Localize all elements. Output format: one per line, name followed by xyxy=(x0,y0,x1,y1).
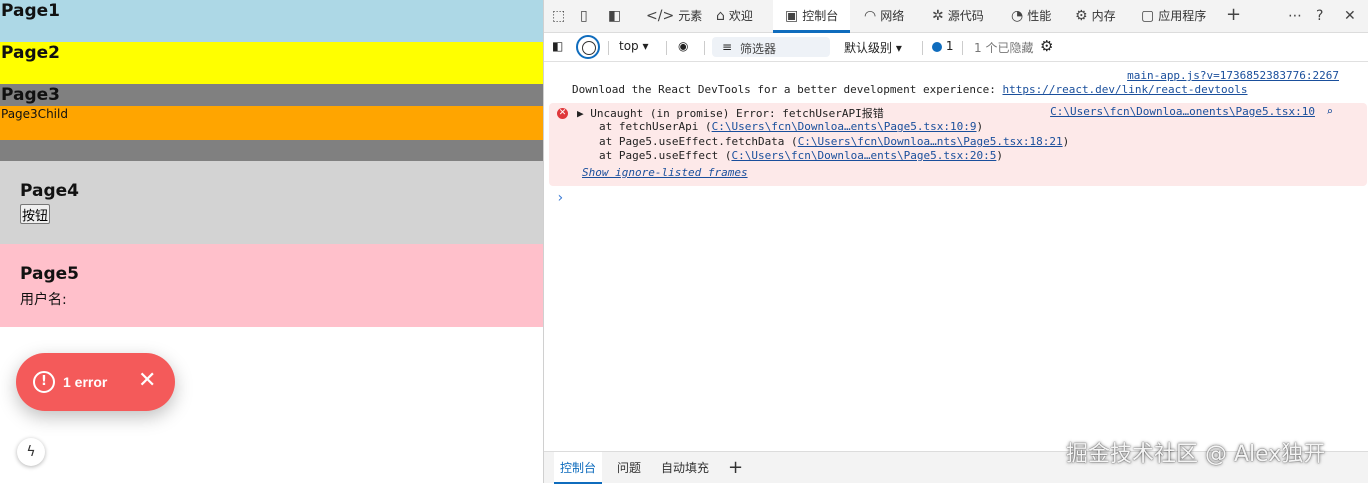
stack-frame-link[interactable]: C:\Users\fcn\Downloa…nts\Page5.tsx:18:21 xyxy=(798,135,1063,148)
show-ignore-listed-link[interactable]: Show ignore-listed frames xyxy=(582,166,748,179)
filter-icon: ≡ xyxy=(722,40,733,54)
separator xyxy=(666,41,667,55)
page3-title: Page3 xyxy=(1,85,61,105)
context-select[interactable]: top ▾ xyxy=(619,39,649,53)
stack-frame-link[interactable]: C:\Users\fcn\Downloa…ents\Page5.tsx:10:9 xyxy=(712,120,977,133)
gear-icon[interactable]: ⚙ xyxy=(1040,37,1053,55)
error-toast[interactable]: ! 1 error ✕ xyxy=(16,353,175,411)
watermark: 掘金技术社区 @ Alex独开 xyxy=(1066,442,1326,467)
page1-section: Page1 xyxy=(0,0,543,42)
separator xyxy=(608,41,609,55)
tab-elements[interactable]: </> 元素 xyxy=(646,0,702,33)
page4-button[interactable]: 按钮 xyxy=(20,204,51,224)
clear-console-icon[interactable] xyxy=(576,35,600,59)
expand-toggle[interactable]: ▶ Uncaught (in promise) Error: fetchUser… xyxy=(577,105,884,121)
error-count-label: 1 error xyxy=(63,374,108,390)
level-select[interactable]: 默认级别 ▾ xyxy=(844,39,902,56)
dock-icon[interactable]: ◧ xyxy=(608,8,621,24)
tab-memory[interactable]: ⚙ 内存 xyxy=(1075,0,1116,33)
username-label: 用户名: xyxy=(20,292,67,308)
stack-frame-link[interactable]: C:\Users\fcn\Downloa…ents\Page5.tsx:20:5 xyxy=(731,149,996,162)
eye-icon[interactable]: ◉ xyxy=(678,39,688,53)
devtools-link[interactable]: https://react.dev/link/react-devtools xyxy=(1002,83,1247,96)
error-source-link[interactable]: C:\Users\fcn\Downloa…onents\Page5.tsx:10 xyxy=(1050,105,1315,118)
console-toolbar: ◧ top ▾ ◉ ≡ 筛选器 默认级别 ▾ 1 1 个已隐藏 ⚙ xyxy=(544,33,1368,62)
filter-placeholder: 筛选器 xyxy=(740,42,777,56)
page4-title: Page4 xyxy=(20,181,80,201)
issues-counter[interactable]: 1 xyxy=(932,39,953,53)
window-icon: ▢ xyxy=(1141,8,1155,24)
page3-child-section: Page3Child xyxy=(0,106,543,140)
message-icon xyxy=(932,41,942,52)
wifi-icon: ◠ xyxy=(864,8,877,24)
separator xyxy=(922,41,923,55)
separator xyxy=(962,41,963,55)
code-icon: </> xyxy=(646,8,675,24)
device-toolbar-icon[interactable]: ▯ xyxy=(580,8,588,24)
tab-welcome[interactable]: ⌂ 欢迎 xyxy=(716,0,753,33)
hidden-count: 1 个已隐藏 xyxy=(974,41,1034,55)
error-icon: ✕ xyxy=(557,108,568,119)
page5-title: Page5 xyxy=(20,264,80,284)
drawer-tab-console[interactable]: 控制台 xyxy=(554,452,603,484)
page2-title: Page2 xyxy=(1,43,61,63)
close-devtools-icon[interactable]: ✕ xyxy=(1344,8,1356,24)
tab-performance[interactable]: ◔ 性能 xyxy=(1011,0,1051,33)
drawer-tab-issues[interactable]: 问题 xyxy=(617,452,641,484)
page1-title: Page1 xyxy=(1,1,61,21)
alert-circle-icon: ! xyxy=(33,371,55,393)
page2-section: Page2 xyxy=(0,42,543,84)
devtools-tabbar: ⬚ ▯ ◧ </> 元素 ⌂ 欢迎 ▣ 控制台 ◠ 网络 ✲ 源代码 ◔ 性能 ⚙ 内存 ▢ 应… xyxy=(544,0,1368,33)
tab-sources[interactable]: ✲ 源代码 xyxy=(932,0,984,33)
sidebar-toggle-icon[interactable]: ◧ xyxy=(552,39,563,53)
lightning-icon[interactable]: ϟ xyxy=(17,438,45,466)
page5-section: Page5 用户名: xyxy=(0,244,543,327)
page3-section: Page3 Page3Child xyxy=(0,84,543,161)
home-icon: ⌂ xyxy=(716,8,725,24)
chip-icon: ⚙ xyxy=(1075,8,1088,24)
filter-input[interactable]: ≡ 筛选器 xyxy=(712,37,830,57)
close-icon[interactable]: ✕ xyxy=(138,369,156,393)
app-viewport: Page1 Page2 Page3 Page3Child Page4 按钮 Pa… xyxy=(0,0,543,483)
help-icon[interactable]: ? xyxy=(1316,8,1323,24)
console-message: Download the React DevTools for a better… xyxy=(572,83,1248,96)
inspect-icon[interactable]: ⬚ xyxy=(552,8,565,24)
add-drawer-tab-icon[interactable]: + xyxy=(728,452,743,484)
stack-frame: at Page5.useEffect (C:\Users\fcn\Downloa… xyxy=(599,149,1003,162)
devtools-panel: ⬚ ▯ ◧ </> 元素 ⌂ 欢迎 ▣ 控制台 ◠ 网络 ✲ 源代码 ◔ 性能 ⚙ 内存 ▢ 应… xyxy=(543,0,1368,484)
console-output: main-app.js?v=1736852383776:2267 Downloa… xyxy=(544,63,1368,451)
error-message: ✕ ▶ Uncaught (in promise) Error: fetchUs… xyxy=(549,103,1367,186)
more-icon[interactable]: ⋯ xyxy=(1288,8,1302,24)
console-icon: ▣ xyxy=(785,8,799,24)
stack-frame: at Page5.useEffect.fetchData (C:\Users\f… xyxy=(599,135,1070,148)
source-link[interactable]: main-app.js?v=1736852383776:2267 xyxy=(1127,69,1339,82)
gauge-icon: ◔ xyxy=(1011,8,1024,24)
stack-frame: at fetchUserApi (C:\Users\fcn\Downloa…en… xyxy=(599,120,984,133)
search-icon[interactable]: ⌕ xyxy=(1326,105,1333,118)
tab-network[interactable]: ◠ 网络 xyxy=(864,0,904,33)
add-tab-icon[interactable]: + xyxy=(1226,4,1241,25)
console-prompt[interactable]: › xyxy=(556,190,564,206)
bug-icon: ✲ xyxy=(932,8,944,24)
separator xyxy=(704,41,705,55)
page4-section: Page4 按钮 xyxy=(0,161,543,244)
tab-application[interactable]: ▢ 应用程序 xyxy=(1141,0,1206,33)
page3-child-title: Page3Child xyxy=(1,107,68,121)
drawer-tab-autofill[interactable]: 自动填充 xyxy=(661,452,709,484)
tab-console[interactable]: ▣ 控制台 xyxy=(773,0,851,33)
